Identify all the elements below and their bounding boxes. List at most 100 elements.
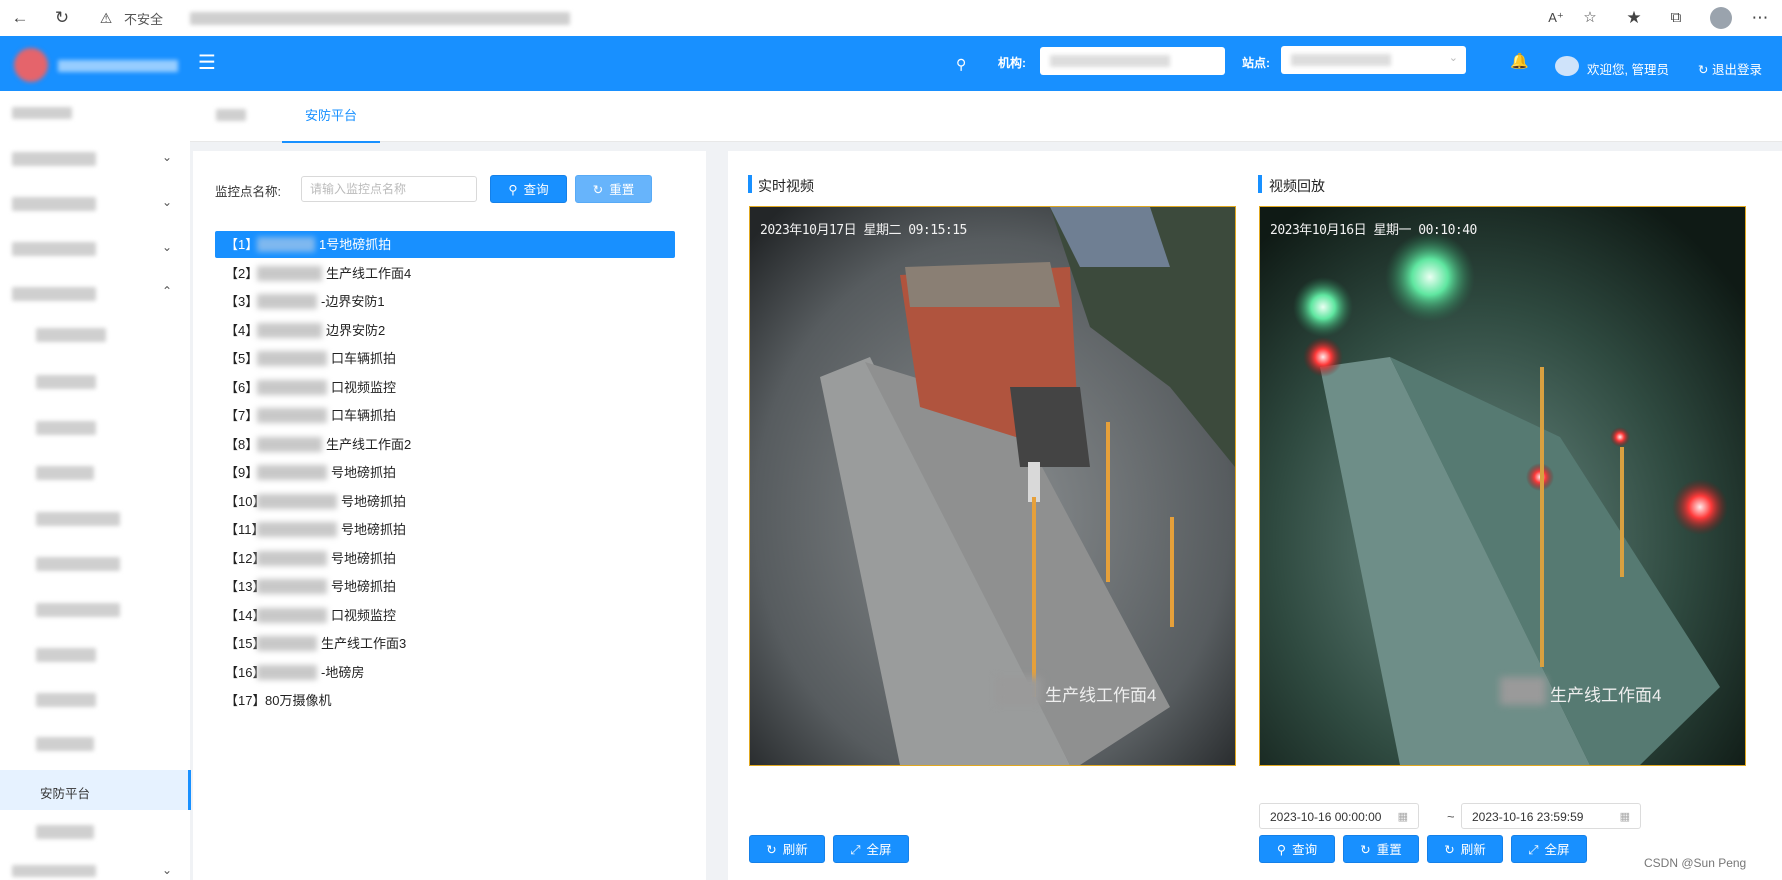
sidebar-group-2[interactable] [12,197,96,211]
live-timestamp: 2023年10月17日 星期二 09:15:15 [760,223,967,238]
playback-refresh-button[interactable]: ↻ 刷新 [1427,835,1503,863]
menu-toggle-icon[interactable]: ☰ [198,50,216,75]
camera-list-item[interactable]: 【8】 生产线工作面2 [215,431,675,458]
favorite-add-icon[interactable]: ☆ [1578,6,1602,30]
camera-name-redacted [257,550,327,566]
camera-list-item[interactable]: 【15】 生产线工作面3 [215,630,675,657]
camera-list-item[interactable]: 【11】 号地磅抓拍 [215,516,675,543]
sidebar-group-1[interactable] [12,152,96,166]
org-select[interactable] [1040,47,1225,75]
start-time-input[interactable]: 2023-10-16 00:00:00 ▦ [1259,803,1419,829]
sidebar-item-home[interactable] [12,107,72,119]
camera-name-redacted [257,237,315,252]
sidebar-group-5[interactable] [12,865,96,877]
sidebar-subitem[interactable] [36,825,94,839]
camera-list-item[interactable]: 【12】 号地磅抓拍 [215,545,675,572]
app-header: ☰ ⚲ 机构: 站点: ⌄ 🔔 欢迎您, 管理员 ↻ 退出登录 [0,36,1782,91]
chevron-down-icon[interactable]: ⌄ [162,195,172,209]
camera-name-redacted [257,294,317,309]
camera-list-item[interactable]: 【6】 口视频监控 [215,374,675,401]
collections-icon[interactable]: ⧉ [1664,6,1688,30]
camera-list-item[interactable]: 【16】 -地磅房 [215,659,675,686]
live-refresh-button[interactable]: ↻ 刷新 [749,835,825,863]
sidebar-item-label: 安防平台 [40,787,91,801]
chevron-down-icon[interactable]: ⌄ [162,240,172,254]
browser-toolbar: ← ↻ ⚠ 不安全 A⁺ ☆ ★ ⧉ ⋯ [0,0,1782,37]
sidebar-subitem[interactable] [36,466,94,480]
camera-list-item[interactable]: 【4】 边界安防2 [215,317,675,344]
playback-video-player[interactable]: 2023年10月16日 星期一 00:10:40 生产线工作面4 [1259,206,1746,766]
warning-icon[interactable]: ⚠ [98,6,114,30]
camera-name: -边界安防1 [321,294,385,309]
camera-list-item[interactable]: 【9】 号地磅抓拍 [215,459,675,486]
range-separator: ~ [1447,809,1455,824]
camera-index: 【6】 [225,379,259,395]
reset-icon: ↻ [1360,843,1371,857]
sidebar-subitem[interactable] [36,693,96,707]
camera-name: 口视频监控 [331,607,397,623]
chevron-down-icon[interactable]: ⌄ [162,863,172,877]
sidebar-subitem[interactable] [36,328,106,342]
bell-icon[interactable]: 🔔 [1510,52,1529,70]
back-icon[interactable]: ← [8,6,32,30]
sidebar-subitem[interactable] [36,421,96,435]
camera-name: 1号地磅抓拍 [319,237,392,252]
address-bar-url[interactable] [190,12,570,25]
sidebar-subitem[interactable] [36,512,120,526]
more-icon[interactable]: ⋯ [1748,6,1772,30]
chevron-down-icon: ⌄ [1448,52,1458,64]
chevron-down-icon[interactable]: ⌄ [162,150,172,164]
favorites-icon[interactable]: ★ [1622,6,1646,30]
playback-timestamp: 2023年10月16日 星期一 00:10:40 [1270,223,1477,238]
site-value-redacted [1291,54,1391,66]
site-select[interactable]: ⌄ [1281,46,1466,74]
playback-fullscreen-button[interactable]: ⤢ 全屏 [1511,835,1587,863]
sidebar-subitem[interactable] [36,557,120,571]
camera-name: 号地磅抓拍 [341,522,407,537]
camera-list-item[interactable]: 【2】 生产线工作面4 [215,260,675,287]
section-marker [1258,175,1262,193]
live-video-player[interactable]: 2023年10月17日 星期二 09:15:15 生产线工作面4 [749,206,1236,766]
sidebar-group-4[interactable] [12,287,96,301]
profile-icon[interactable] [1710,7,1732,29]
sidebar-item-security-platform[interactable]: 安防平台 [0,770,191,810]
tab-security-platform[interactable]: 安防平台 [282,91,380,143]
playback-query-button[interactable]: ⚲ 查询 [1259,835,1335,863]
tab-home[interactable] [216,109,246,121]
sidebar-group-3[interactable] [12,242,96,256]
avatar[interactable] [1555,56,1579,76]
camera-list-item[interactable]: 【14】 口视频监控 [215,602,675,629]
reset-button[interactable]: ↻ 重置 [575,175,652,203]
live-fullscreen-button[interactable]: ⤢ 全屏 [833,835,909,863]
reload-icon[interactable]: ↻ [50,6,74,30]
camera-index: 【7】 [225,408,259,423]
sidebar-subitem[interactable] [36,648,96,662]
camera-list-item[interactable]: 【10】 号地磅抓拍 [215,488,675,515]
camera-list-item[interactable]: 【7】 口车辆抓拍 [215,402,675,429]
read-aloud-icon[interactable]: A⁺ [1544,6,1568,30]
camera-name: 号地磅抓拍 [331,579,397,594]
camera-name-redacted [257,664,317,680]
welcome-text[interactable]: 欢迎您, 管理员 [1587,59,1669,78]
camera-list-item[interactable]: 【3】 -边界安防1 [215,288,675,315]
query-button[interactable]: ⚲ 查询 [490,175,567,203]
sidebar-subitem[interactable] [36,737,94,751]
end-time-input[interactable]: 2023-10-16 23:59:59 ▦ [1461,803,1641,829]
search-icon[interactable]: ⚲ [956,56,966,73]
search-input[interactable] [301,176,477,202]
camera-list-item[interactable]: 【1】 1号地磅抓拍 [215,231,675,258]
camera-list-panel: 监控点名称: ⚲ 查询 ↻ 重置 【1】 1号地磅抓拍【2】 生产线工作面4 【3】 -边界… [193,151,706,880]
end-time-value: 2023-10-16 23:59:59 [1472,810,1584,824]
logout-button[interactable]: ↻ 退出登录 [1698,59,1762,78]
camera-index: 【4】 [225,322,259,338]
sidebar-subitem[interactable] [36,375,96,389]
camera-list-item[interactable]: 【13】 号地磅抓拍 [215,573,675,600]
chevron-up-icon[interactable]: ⌃ [162,284,172,298]
fullscreen-label: 全屏 [866,843,892,857]
camera-list-item[interactable]: 【17】 80万摄像机 [215,687,675,714]
camera-index: 【5】 [225,351,259,366]
sidebar-subitem[interactable] [36,603,120,617]
playback-reset-button[interactable]: ↻ 重置 [1343,835,1419,863]
security-label[interactable]: 不安全 [124,9,163,28]
camera-list-item[interactable]: 【5】 口车辆抓拍 [215,345,675,372]
